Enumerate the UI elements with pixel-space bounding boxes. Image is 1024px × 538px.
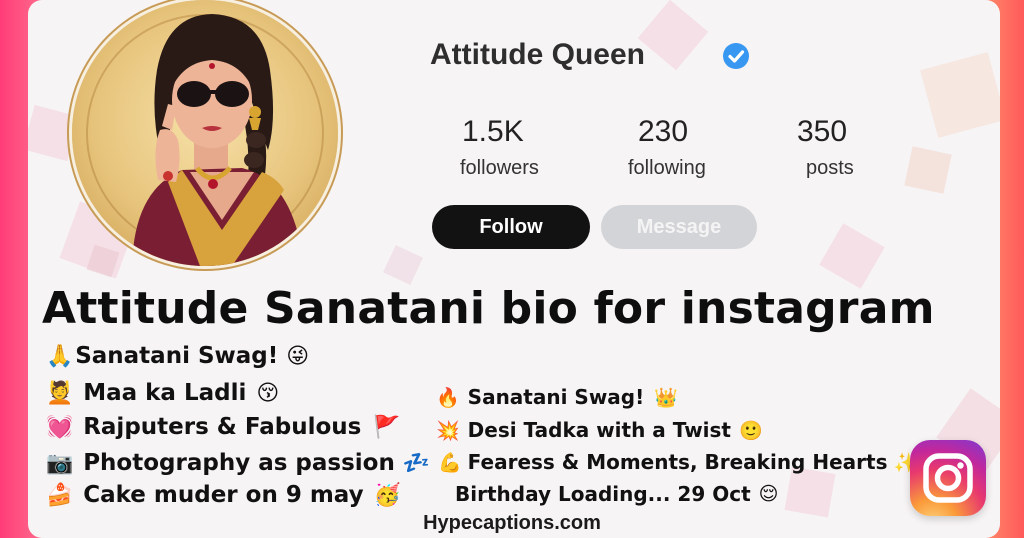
- decor-square: [904, 146, 952, 194]
- following-label[interactable]: following: [628, 157, 706, 180]
- decor-square: [637, 0, 709, 71]
- bio-line-text: Desi Tadka with a Twist: [467, 418, 731, 442]
- decor-square: [383, 245, 423, 285]
- profile-avatar[interactable]: [72, 0, 338, 266]
- bio-line-text: Birthday Loading... 29 Oct: [455, 482, 751, 506]
- followers-count[interactable]: 1.5K: [462, 115, 524, 149]
- followers-label[interactable]: followers: [460, 157, 539, 180]
- bio-line-text: Cake muder on 9 may: [83, 482, 364, 508]
- flexed-biceps-icon: 💪: [438, 451, 462, 474]
- growing-heart-icon: 💓: [46, 414, 74, 440]
- decor-square: [819, 223, 885, 289]
- bio-line: Birthday Loading... 29 Oct 😌: [455, 482, 780, 506]
- zzz-icon: 💤: [402, 450, 431, 476]
- party-face-icon: 🥳: [373, 482, 401, 508]
- cake-slice-icon: 🍰: [46, 482, 74, 508]
- camera-icon: 📷: [46, 450, 74, 476]
- profile-name: Attitude Queen: [430, 38, 645, 71]
- red-flag-icon: 🚩: [373, 414, 401, 440]
- bio-line: 💆 Maa ka Ladli 😚: [44, 380, 281, 406]
- instagram-logo-icon: [910, 440, 986, 516]
- bio-line-text: Sanatani Swag!: [75, 343, 279, 369]
- bio-line-text: Fearess & Moments, Breaking Hearts: [467, 450, 888, 474]
- posts-count[interactable]: 350: [797, 115, 847, 149]
- bio-line-text: Sanatani Swag!: [467, 385, 645, 409]
- bio-line: 💥 Desi Tadka with a Twist 🙂: [434, 418, 765, 442]
- verified-badge-icon: [723, 43, 749, 69]
- decor-square: [784, 466, 836, 518]
- relieved-face-icon: 😌: [758, 483, 779, 505]
- fire-icon: 🔥: [436, 386, 460, 409]
- page-title: Attitude Sanatani bio for instagram: [42, 283, 935, 334]
- smiling-face-icon: 🙂: [739, 419, 763, 442]
- kissing-face-icon: 😚: [256, 380, 280, 406]
- bio-line: 💓 Rajputers & Fabulous 🚩: [44, 414, 403, 440]
- follow-button[interactable]: Follow: [432, 205, 590, 249]
- crown-icon: 👑: [654, 386, 678, 409]
- bio-line: 🙏 Sanatani Swag! 😜: [44, 343, 311, 369]
- bio-line: 🔥 Sanatani Swag! 👑: [434, 385, 680, 409]
- decor-square: [920, 52, 1000, 138]
- bio-line-text: Maa ka Ladli: [83, 380, 247, 406]
- bio-line: 📷 Photography as passion 💤: [44, 450, 432, 476]
- bio-line: 🍰 Cake muder on 9 may 🥳: [44, 482, 403, 508]
- collision-icon: 💥: [436, 419, 460, 442]
- winking-tongue-icon: 😜: [286, 343, 310, 369]
- bio-line-text: Photography as passion: [83, 450, 395, 476]
- site-credit: Hypecaptions.com: [423, 512, 601, 534]
- avatar-illustration: [132, 14, 304, 266]
- person-massage-icon: 💆: [46, 380, 74, 406]
- bio-line-text: Rajputers & Fabulous: [83, 414, 362, 440]
- bio-line: 💪 Fearess & Moments, Breaking Hearts ✨: [436, 450, 919, 474]
- folded-hands-icon: 🙏: [46, 343, 74, 369]
- posts-label[interactable]: posts: [806, 157, 854, 180]
- following-count[interactable]: 230: [638, 115, 688, 149]
- message-button[interactable]: Message: [601, 205, 757, 249]
